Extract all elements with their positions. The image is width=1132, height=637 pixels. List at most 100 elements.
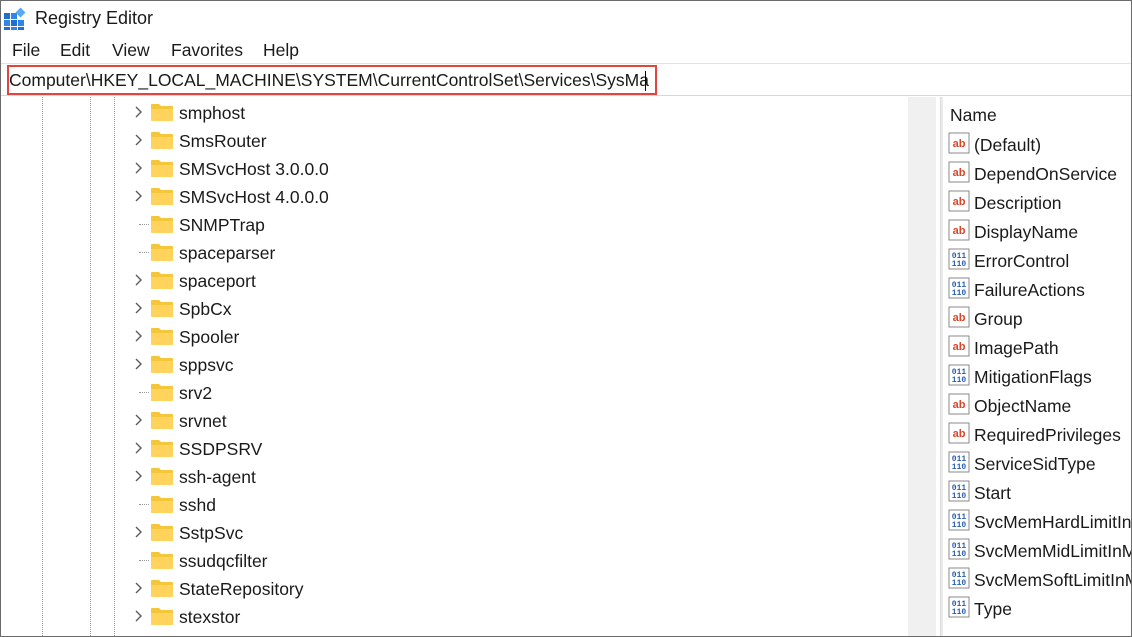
folder-icon	[151, 384, 173, 401]
tree-item-label: ssh-agent	[179, 467, 256, 487]
text-caret	[645, 71, 646, 91]
tree-item[interactable]: spaceparser	[1, 239, 901, 267]
folder-icon	[151, 132, 173, 149]
tree-item[interactable]: smphost	[1, 99, 901, 127]
chevron-right-icon[interactable]	[131, 189, 145, 203]
tree-item[interactable]: SMSvcHost 3.0.0.0	[1, 155, 901, 183]
string-value-icon: ab	[948, 132, 970, 154]
tree-item[interactable]: SmsRouter	[1, 127, 901, 155]
tree-item-label: spaceport	[179, 271, 256, 291]
tree-item-label: sshd	[179, 495, 216, 515]
tree-connector	[139, 224, 149, 225]
svg-text:ab: ab	[953, 196, 966, 208]
value-row[interactable]: ab ImagePath	[943, 333, 1131, 362]
chevron-right-icon[interactable]	[131, 357, 145, 371]
chevron-right-icon[interactable]	[131, 413, 145, 427]
registry-editor-window: Registry Editor File Edit View Favorites…	[0, 0, 1132, 637]
tree-item-label: spaceparser	[179, 243, 276, 263]
svg-text:ab: ab	[953, 341, 966, 353]
value-name: ErrorControl	[974, 251, 1070, 271]
tree-item[interactable]: SSDPSRV	[1, 435, 901, 463]
value-name: ServiceSidType	[974, 454, 1096, 474]
svg-text:ab: ab	[953, 225, 966, 237]
folder-icon	[151, 440, 173, 457]
chevron-right-icon[interactable]	[131, 581, 145, 595]
chevron-right-icon[interactable]	[131, 609, 145, 623]
tree-item-label: Spooler	[179, 327, 240, 347]
value-name: RequiredPrivileges	[974, 425, 1121, 445]
value-name: Start	[974, 483, 1011, 503]
value-row[interactable]: ab ObjectName	[943, 391, 1131, 420]
value-row[interactable]: ab Group	[943, 304, 1131, 333]
chevron-right-icon[interactable]	[131, 441, 145, 455]
value-name: DependOnService	[974, 164, 1117, 184]
key-tree-pane[interactable]: smphost SmsRouter SMSvcHost 3.0.0.0 SMSvcHo…	[1, 97, 936, 636]
value-name: SvcMemMidLimitInMB	[974, 541, 1132, 561]
tree-item[interactable]: sshd	[1, 491, 901, 519]
value-row[interactable]: 011 110 Type	[943, 594, 1131, 623]
tree-connector	[139, 560, 149, 561]
tree-item[interactable]: SMSvcHost 4.0.0.0	[1, 183, 901, 211]
value-row[interactable]: ab (Default)	[943, 130, 1131, 159]
values-pane[interactable]: Name ab (Default) ab DependOnService ab Descr…	[943, 97, 1132, 636]
value-name: ObjectName	[974, 396, 1072, 416]
value-row[interactable]: ab RequiredPrivileges	[943, 420, 1131, 449]
tree-item[interactable]: stexstor	[1, 603, 901, 631]
tree-item[interactable]: StateRepository	[1, 575, 901, 603]
tree-item-label: smphost	[179, 103, 246, 123]
tree-item[interactable]: ssudqcfilter	[1, 547, 901, 575]
value-row[interactable]: 011 110 MitigationFlags	[943, 362, 1131, 391]
string-value-icon: ab	[948, 393, 970, 415]
tree-item[interactable]: spaceport	[1, 267, 901, 295]
tree-item[interactable]: srv2	[1, 379, 901, 407]
menu-favorites[interactable]: Favorites	[171, 40, 243, 61]
chevron-right-icon[interactable]	[131, 469, 145, 483]
tree-item[interactable]: Spooler	[1, 323, 901, 351]
value-name: Group	[974, 309, 1023, 329]
chevron-right-icon[interactable]	[131, 133, 145, 147]
tree-item-label: SMSvcHost 4.0.0.0	[179, 187, 329, 207]
value-row[interactable]: 011 110 FailureActions	[943, 275, 1131, 304]
chevron-right-icon[interactable]	[131, 161, 145, 175]
tree-item[interactable]: ssh-agent	[1, 463, 901, 491]
chevron-right-icon[interactable]	[131, 329, 145, 343]
value-row[interactable]: ab Description	[943, 188, 1131, 217]
menu-file[interactable]: File	[12, 40, 40, 61]
name-column-header[interactable]: Name	[950, 105, 997, 126]
menu-help[interactable]: Help	[263, 40, 299, 61]
tree-item[interactable]: SstpSvc	[1, 519, 901, 547]
value-row[interactable]: 011 110 Start	[943, 478, 1131, 507]
address-bar: Computer\HKEY_LOCAL_MACHINE\SYSTEM\Curre…	[1, 63, 1131, 96]
tree-item[interactable]: SNMPTrap	[1, 211, 901, 239]
value-row[interactable]: 011 110 ErrorControl	[943, 246, 1131, 275]
tree-item-label: SpbCx	[179, 299, 232, 319]
binary-value-icon: 011110	[948, 480, 970, 502]
value-row[interactable]: 011110SvcMemHardLimitInMB	[943, 507, 1131, 536]
menu-edit[interactable]: Edit	[60, 40, 90, 61]
chevron-right-icon[interactable]	[131, 105, 145, 119]
svg-text:ab: ab	[953, 428, 966, 440]
chevron-right-icon[interactable]	[131, 301, 145, 315]
binary-value-icon: 011110	[948, 538, 970, 560]
chevron-right-icon[interactable]	[131, 525, 145, 539]
folder-icon	[151, 496, 173, 513]
tree-item[interactable]: SpbCx	[1, 295, 901, 323]
binary-value-icon: 011110	[948, 364, 970, 386]
folder-icon	[151, 300, 173, 317]
chevron-right-icon[interactable]	[131, 273, 145, 287]
tree-item-label: SNMPTrap	[179, 215, 265, 235]
folder-icon	[151, 412, 173, 429]
value-row[interactable]: 011 110 ServiceSidType	[943, 449, 1131, 478]
address-input[interactable]: Computer\HKEY_LOCAL_MACHINE\SYSTEM\Curre…	[9, 69, 649, 91]
value-row[interactable]: ab DependOnService	[943, 159, 1131, 188]
svg-text:110: 110	[952, 376, 967, 385]
tree-scrollbar[interactable]	[908, 97, 936, 636]
title-bar: Registry Editor	[1, 1, 1131, 37]
value-row[interactable]: ab DisplayName	[943, 217, 1131, 246]
tree-item[interactable]: srvnet	[1, 407, 901, 435]
folder-icon	[151, 552, 173, 569]
value-row[interactable]: 011110SvcMemSoftLimitInMB	[943, 565, 1131, 594]
menu-view[interactable]: View	[112, 40, 150, 61]
value-row[interactable]: 011 110 SvcMemMidLimitInMB	[943, 536, 1132, 565]
tree-item[interactable]: sppsvc	[1, 351, 901, 379]
